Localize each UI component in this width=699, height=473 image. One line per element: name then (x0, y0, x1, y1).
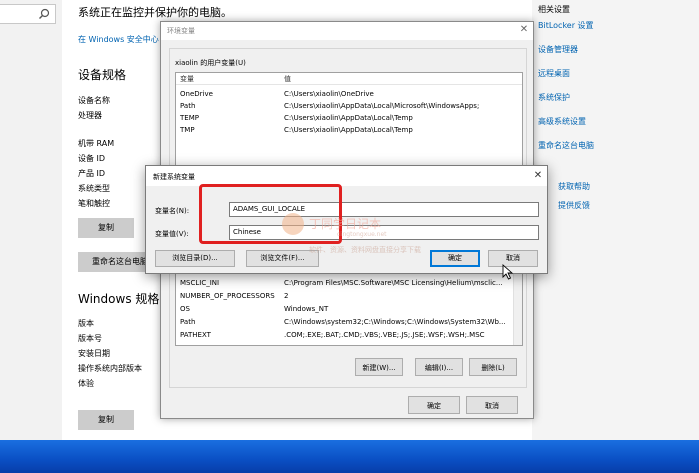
windows-specs-title: Windows 规格 (78, 292, 160, 306)
spec-label-experience: 体验 (78, 379, 94, 388)
var-value: C:\Users\xiaolin\AppData\Local\Temp (284, 126, 413, 134)
new-dialog-title: 新建系统变量 (153, 173, 195, 181)
system-protection-link[interactable]: 系统保护 (538, 92, 570, 103)
env-dialog-titlebar: 环境变量 ✕ (161, 22, 533, 40)
env-cancel-button[interactable]: 取消 (466, 396, 518, 414)
spec-label-system-type: 系统类型 (78, 184, 110, 193)
related-settings-title: 相关设置 (538, 5, 570, 14)
device-specs-title: 设备规格 (78, 68, 127, 82)
col-value-header: 值 (284, 75, 291, 83)
spec-label-pen-touch: 笔和触控 (78, 199, 110, 208)
related-settings-panel: 相关设置 BitLocker 设置 设备管理器 远程桌面 系统保护 高级系统设置… (532, 0, 699, 440)
new-ok-button[interactable]: 确定 (430, 250, 480, 267)
table-row[interactable]: OS Windows_NT (176, 304, 522, 316)
browse-dir-button[interactable]: 浏览目录(D)... (155, 250, 235, 267)
env-ok-button[interactable]: 确定 (408, 396, 460, 414)
var-name: TEMP (180, 114, 199, 122)
rename-pc-link[interactable]: 重命名这台电脑 (538, 140, 594, 151)
var-name: NUMBER_OF_PROCESSORS (180, 292, 275, 300)
var-name: MSCLIC_INI (180, 279, 220, 287)
taskbar (0, 440, 699, 473)
var-value: .COM;.EXE;.BAT;.CMD;.VBS;.VBE;.JS;.JSE;.… (284, 331, 485, 339)
user-vars-header: 变量 值 (176, 73, 522, 85)
table-row[interactable]: NUMBER_OF_PROCESSORS 2 (176, 291, 522, 303)
var-name: PATHEXT (180, 331, 211, 339)
table-row[interactable]: Path C:\Users\xiaolin\AppData\Local\Micr… (176, 101, 522, 113)
table-row[interactable]: Path C:\Windows\system32;C:\Windows;C:\W… (176, 317, 522, 329)
spec-label-product-id: 产品 ID (78, 169, 106, 178)
spec-label-os-build: 操作系统内部版本 (78, 364, 142, 373)
spec-label-ram: 机带 RAM (78, 139, 115, 148)
new-var-button[interactable]: 新建(W)... (355, 358, 403, 376)
settings-sidebar (0, 0, 62, 440)
copy-windows-specs-button[interactable]: 复制 (78, 410, 134, 430)
spec-label-device-id: 设备 ID (78, 154, 106, 163)
spec-label-install-date: 安装日期 (78, 349, 110, 358)
var-name: Path (180, 102, 196, 110)
var-name: OS (180, 305, 190, 313)
remote-desktop-link[interactable]: 远程桌面 (538, 68, 570, 79)
table-row[interactable]: TEMP C:\Users\xiaolin\AppData\Local\Temp (176, 113, 522, 125)
delete-var-button[interactable]: 删除(L) (469, 358, 517, 376)
var-value: C:\Users\xiaolin\OneDrive (284, 90, 374, 98)
spec-label-version: 版本号 (78, 334, 102, 343)
table-row[interactable]: PATHEXT .COM;.EXE;.BAT;.CMD;.VBS;.VBE;.J… (176, 330, 522, 342)
var-value: C:\Program Files\MSC.Software\MSC Licens… (284, 279, 503, 287)
env-close-icon[interactable]: ✕ (517, 23, 531, 37)
protect-text: 系统正在监控并保护你的电脑。 (78, 6, 232, 19)
advanced-settings-link[interactable]: 高级系统设置 (538, 116, 586, 127)
table-row[interactable]: OneDrive C:\Users\xiaolin\OneDrive (176, 89, 522, 101)
table-row[interactable]: TMP C:\Users\xiaolin\AppData\Local\Temp (176, 125, 522, 137)
bitlocker-link[interactable]: BitLocker 设置 (538, 20, 594, 31)
mouse-cursor-icon (502, 264, 514, 280)
var-name: Path (180, 318, 196, 326)
watermark: 丁同学日记本 dingtongxue.net 软件、资源、资料网盘直接分享下载 (282, 213, 432, 258)
user-vars-label: xiaolin 的用户变量(U) (175, 59, 246, 67)
var-value: C:\Users\xiaolin\AppData\Local\Temp (284, 114, 413, 122)
var-value: C:\Windows\system32;C:\Windows;C:\Window… (284, 318, 506, 326)
security-center-link[interactable]: 在 Windows 安全中心 (78, 34, 159, 45)
col-variable-header: 变量 (180, 75, 194, 83)
var-name-label: 变量名(N): (155, 207, 190, 215)
copy-device-specs-button[interactable]: 复制 (78, 218, 134, 238)
search-icon (39, 8, 50, 19)
search-input[interactable] (0, 4, 56, 24)
watermark-logo (282, 213, 304, 235)
env-dialog-title: 环境变量 (167, 27, 195, 35)
var-value: 2 (284, 292, 289, 300)
user-vars-list[interactable]: 变量 值 OneDrive C:\Users\xiaolin\OneDrive … (175, 72, 523, 172)
new-dialog-titlebar: 新建系统变量 ✕ (146, 166, 547, 186)
feedback-link[interactable]: 提供反馈 (558, 200, 590, 211)
device-manager-link[interactable]: 设备管理器 (538, 44, 578, 55)
var-name: OneDrive (180, 90, 213, 98)
watermark-subtitle: 软件、资源、资料网盘直接分享下载 (309, 246, 421, 254)
edit-var-button[interactable]: 编辑(I)... (415, 358, 463, 376)
watermark-url: dingtongxue.net (337, 231, 387, 238)
get-help-link[interactable]: 获取帮助 (558, 181, 590, 192)
system-vars-scrollbar[interactable] (513, 272, 522, 345)
var-value: C:\Users\xiaolin\AppData\Local\Microsoft… (284, 102, 480, 110)
var-value: Windows_NT (284, 305, 329, 313)
spec-label-edition: 版本 (78, 319, 94, 328)
spec-label-processor: 处理器 (78, 111, 102, 120)
var-value-label: 变量值(V): (155, 230, 189, 238)
table-row[interactable]: MSCLIC_INI C:\Program Files\MSC.Software… (176, 278, 522, 290)
new-close-icon[interactable]: ✕ (531, 169, 545, 183)
system-vars-list[interactable]: MSCLIC_INI C:\Program Files\MSC.Software… (175, 272, 523, 346)
spec-label-device-name: 设备名称 (78, 96, 110, 105)
var-name: TMP (180, 126, 195, 134)
watermark-title: 丁同学日记本 (309, 217, 382, 231)
